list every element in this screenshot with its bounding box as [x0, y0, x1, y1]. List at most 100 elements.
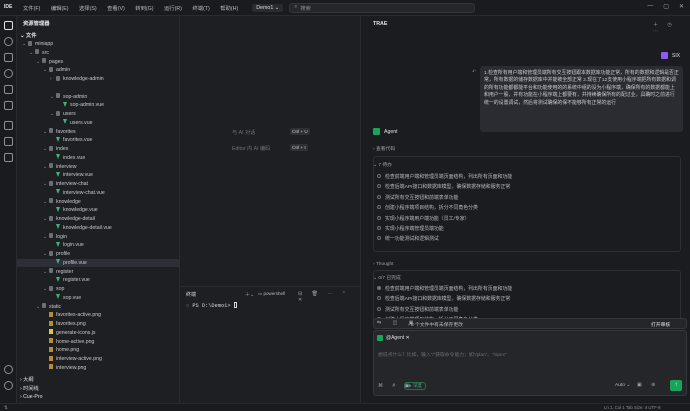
extensions-icon[interactable]: [4, 85, 13, 94]
tree-file[interactable]: generate-icons.js: [17, 329, 180, 338]
tree-file[interactable]: index.vue: [17, 154, 180, 163]
database-icon[interactable]: [4, 153, 13, 162]
todo-header[interactable]: ⌄ 7 待办: [373, 161, 392, 168]
tree-file[interactable]: register.vue: [17, 276, 180, 285]
tree-file[interactable]: interview.vue: [17, 171, 180, 180]
tree-folder[interactable]: ⌄ src: [17, 49, 180, 58]
send-button[interactable]: ↑: [670, 380, 682, 391]
tree-file[interactable]: interview-active.png: [17, 355, 180, 364]
remote-icon[interactable]: [4, 101, 13, 110]
packages-icon[interactable]: [4, 137, 13, 146]
outline-section-header[interactable]: › 大纲: [20, 376, 34, 383]
run-debug-icon[interactable]: [4, 121, 13, 130]
ai-panel-actions[interactable]: ＋ ◷ ⋯: [653, 21, 690, 35]
chat-input[interactable]: 想说点什么？比如，输入“/”获取命令能力；如“/plan”、“/spec”: [378, 351, 507, 358]
files-section-header[interactable]: ⌄ 文件: [20, 31, 37, 39]
tree-item-label: knowledge-admin: [63, 76, 104, 82]
explorer-icon[interactable]: [4, 21, 13, 30]
project-switcher[interactable]: Demo1 ⌄: [252, 3, 284, 12]
tree-file[interactable]: home.png: [17, 346, 180, 355]
tree-folder[interactable]: ⌄ interview: [17, 163, 180, 172]
tree-folder[interactable]: ⌄ pages: [17, 58, 180, 67]
tree-item-label: src: [42, 49, 49, 56]
status-info[interactable]: Ln 1, Col 1 Tab Size: 4 UTF-8: [604, 405, 661, 410]
agent-mention-chip[interactable]: @Agent ✕: [386, 335, 410, 341]
preview-icon[interactable]: [4, 69, 13, 78]
tree-item-label: knowledge.vue: [63, 207, 98, 214]
tree-file[interactable]: favorites.vue: [17, 136, 180, 145]
undo-icon[interactable]: ↶: [472, 69, 476, 75]
menu-view[interactable]: 查看(V): [107, 6, 125, 12]
tree-file[interactable]: knowledge-detail.vue: [17, 224, 180, 233]
maximize-button[interactable]: ▢: [663, 3, 669, 10]
tree-file[interactable]: profile.vue: [17, 258, 180, 268]
minimize-button[interactable]: —: [647, 3, 653, 10]
account-icon[interactable]: [4, 365, 13, 374]
tree-folder[interactable]: ⌄ profile: [17, 250, 180, 259]
tree-file[interactable]: sop.vue: [17, 294, 180, 303]
source-control-icon[interactable]: [4, 53, 13, 62]
deep-thinking-toggle[interactable]: ◈ 深度: [404, 382, 427, 390]
menu-edit[interactable]: 编辑(E): [51, 6, 69, 12]
code-review-collapsible[interactable]: › 查看代码: [373, 145, 395, 152]
shell-selector[interactable]: ▭ powershell: [258, 291, 285, 297]
agent-name: Agent: [384, 129, 398, 135]
app-logo: IDE: [4, 3, 13, 10]
sync-icon[interactable]: ⇅: [4, 405, 8, 411]
tree-folder[interactable]: ⌄ favorites: [17, 128, 180, 137]
timeline-section-header[interactable]: › 时间线: [20, 385, 39, 392]
search-icon[interactable]: [4, 37, 13, 46]
tree-file[interactable]: login.vue: [17, 241, 180, 250]
tree-file[interactable]: favorites.png: [17, 320, 180, 329]
menu-goto[interactable]: 转到(G): [135, 6, 153, 12]
tree-file[interactable]: favorites-active.png: [17, 311, 180, 320]
ai-panel-title: TRAE: [373, 21, 388, 27]
tree-file[interactable]: sop-admin.vue: [17, 101, 180, 110]
menu-select[interactable]: 选择(S): [79, 6, 97, 12]
tree-folder[interactable]: ⌄ static: [17, 303, 180, 312]
tree-folder[interactable]: ⌄ index: [17, 145, 180, 154]
terminal-output[interactable]: ○ PS D:\Demo1>: [186, 302, 237, 309]
hint-ai-chat: 与 AI 对话: [232, 130, 256, 136]
menu-file[interactable]: 文件(F): [23, 6, 40, 12]
tree-folder[interactable]: ⌄ admin: [17, 66, 180, 75]
search-input[interactable]: ⌕ 搜索: [289, 2, 476, 13]
todo-item: 测试所有交互按钮和前端表单功能: [377, 306, 458, 313]
settings-gear-icon[interactable]: [4, 381, 13, 390]
menu-run[interactable]: 运行(R): [164, 6, 182, 12]
tree-file[interactable]: interview.png: [17, 364, 180, 373]
tree-file[interactable]: interview-chat.vue: [17, 189, 180, 198]
tree-folder[interactable]: ⌄ sop-admin: [17, 93, 180, 102]
menu-terminal[interactable]: 终端(T): [192, 6, 209, 12]
cue-section-header[interactable]: › Cue-Pro: [20, 394, 43, 400]
tab-terminal[interactable]: 终端: [186, 291, 196, 298]
explorer-panel: 资源管理器 ⌄ 文件 ⌄ miniapp ⌄ src ⌄ pages ⌄ admin › know…: [17, 16, 180, 403]
todo-status-icon: [377, 226, 381, 230]
thought-collapsible[interactable]: › Thought: [373, 262, 393, 267]
tree-folder[interactable]: ⌄ login: [17, 233, 180, 242]
tree-folder[interactable]: ⌄ register: [17, 268, 180, 277]
tree-file[interactable]: home-active.png: [17, 338, 180, 347]
close-button[interactable]: ✕: [679, 3, 684, 10]
mode-selector[interactable]: Auto ⌄: [615, 383, 630, 388]
add-terminal-icon[interactable]: ＋⌄: [245, 291, 254, 298]
tree-file[interactable]: knowledge.vue: [17, 206, 180, 215]
progress-header[interactable]: ⌄ 0/7 已完成: [373, 274, 401, 281]
tree-folder[interactable]: ⌄ users: [17, 110, 180, 119]
attach-icon[interactable]: ▣ ⊕: [637, 382, 659, 388]
tree-item-label: interview-chat.vue: [63, 189, 105, 196]
chat-input-box[interactable]: @Agent ✕ 想说点什么？比如，输入“/”获取命令能力；如“/plan”、“…: [373, 330, 687, 396]
tree-folder[interactable]: ⌄ knowledge-detail: [17, 215, 180, 224]
tree-folder[interactable]: ⌄ interview-chat: [17, 180, 180, 189]
menu-help[interactable]: 帮助(H): [220, 6, 238, 12]
terminal-actions[interactable]: ⊟ 🗑 ⋯ ⌃ ✕: [298, 291, 360, 303]
unsaved-changes-label[interactable]: › 8 个文件中有未保存更改: [408, 321, 463, 328]
tree-item-label: login: [56, 233, 67, 240]
tree-folder[interactable]: ⌄ sop: [17, 285, 180, 294]
tree-file[interactable]: users.vue: [17, 119, 180, 128]
tree-folder[interactable]: ⌄ miniapp: [17, 40, 180, 49]
tree-folder[interactable]: ⌄ knowledge: [17, 198, 180, 207]
title-bar: IDE 文件(F) 编辑(E) 选择(S) 查看(V) 转到(G) 运行(R) …: [0, 0, 690, 16]
tree-folder[interactable]: › knowledge-admin: [17, 75, 180, 84]
open-review-button[interactable]: 打开审核: [651, 321, 670, 328]
